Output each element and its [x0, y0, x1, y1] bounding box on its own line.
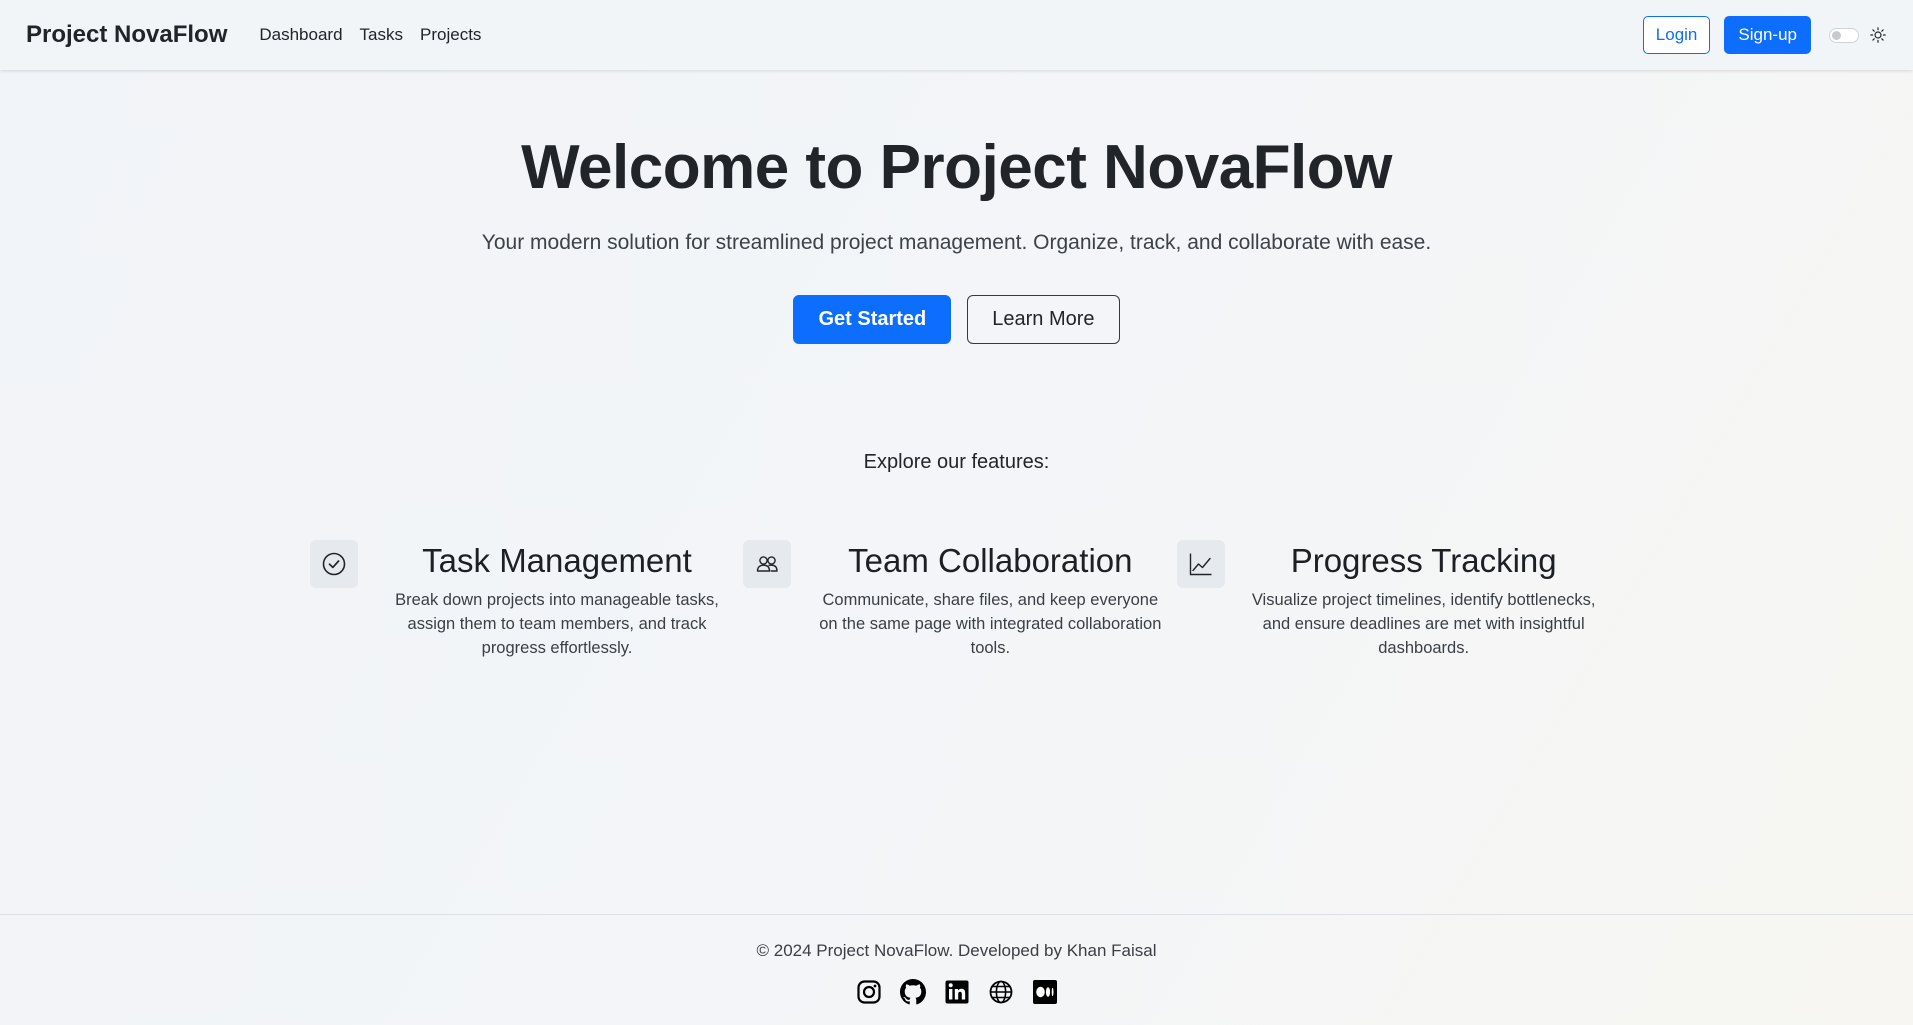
feature-text: Communicate, share files, and keep every…: [819, 591, 1162, 657]
instagram-icon[interactable]: [855, 978, 882, 1005]
sun-icon: [1869, 26, 1887, 44]
nav-link-projects[interactable]: Projects: [420, 25, 481, 45]
login-button[interactable]: Login: [1642, 16, 1711, 54]
hero-buttons: Get Started Learn More: [0, 295, 1913, 344]
feature-body: Team Collaboration Communicate, share fi…: [815, 540, 1165, 660]
brand-logo-text[interactable]: Project NovaFlow: [26, 21, 227, 49]
feature-title: Progress Tracking: [1290, 542, 1557, 579]
feature-title: Task Management: [422, 542, 692, 579]
get-started-button[interactable]: Get Started: [793, 295, 952, 344]
features-heading: Explore our features:: [863, 451, 1050, 473]
footer-copyright: © 2024 Project NovaFlow. Developed by Kh…: [756, 941, 1157, 960]
feature-body: Progress Tracking Visualize project time…: [1249, 540, 1599, 660]
toggle-knob: [1832, 30, 1841, 40]
nav-links: Dashboard Tasks Projects: [259, 25, 481, 45]
people-icon: [743, 540, 792, 588]
feature-text: Break down projects into manageable task…: [395, 591, 719, 657]
linkedin-icon[interactable]: [943, 978, 970, 1005]
feature-team-collaboration: Team Collaboration Communicate, share fi…: [743, 540, 1176, 660]
navbar: Project NovaFlow Dashboard Tasks Project…: [0, 0, 1913, 70]
feature-task-management: Task Management Break down projects into…: [310, 540, 743, 660]
hero-lead: Your modern solution for streamlined pro…: [481, 231, 1432, 254]
medium-icon[interactable]: [1031, 978, 1058, 1005]
graph-up-icon: [1176, 540, 1225, 588]
features-section: Task Management Break down projects into…: [310, 540, 1610, 660]
nav-link-dashboard[interactable]: Dashboard: [259, 25, 342, 45]
social-links: [0, 978, 1913, 1005]
feature-title: Team Collaboration: [848, 542, 1133, 579]
check-circle-icon: [310, 540, 358, 588]
footer: © 2024 Project NovaFlow. Developed by Kh…: [0, 914, 1913, 1025]
globe-icon[interactable]: [987, 978, 1014, 1005]
github-icon[interactable]: [899, 978, 926, 1005]
hero-title: Welcome to Project NovaFlow: [521, 133, 1392, 202]
signup-button[interactable]: Sign-up: [1724, 16, 1811, 54]
feature-text: Visualize project timelines, identify bo…: [1251, 591, 1596, 657]
nav-actions: Login Sign-up: [1642, 16, 1887, 54]
hero-section: Welcome to Project NovaFlow Your modern …: [0, 125, 1913, 344]
theme-toggle-switch[interactable]: [1829, 27, 1859, 43]
nav-link-tasks[interactable]: Tasks: [360, 25, 403, 45]
feature-progress-tracking: Progress Tracking Visualize project time…: [1176, 540, 1610, 660]
learn-more-button[interactable]: Learn More: [967, 295, 1120, 344]
feature-body: Task Management Break down projects into…: [382, 540, 732, 660]
